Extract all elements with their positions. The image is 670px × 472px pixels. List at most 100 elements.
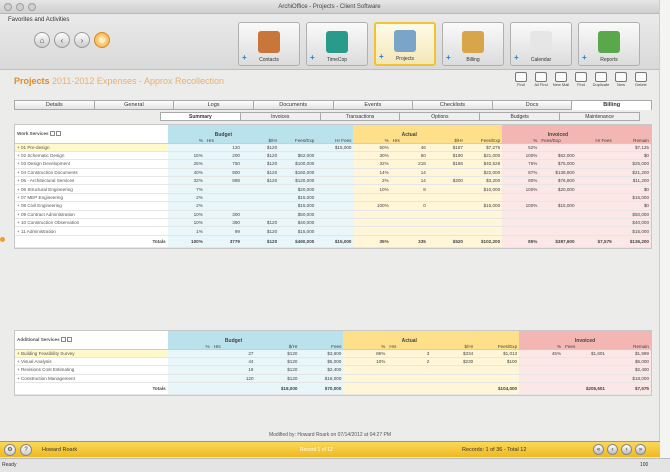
home-icon[interactable]: ⌂ <box>34 32 50 48</box>
cell: 32% <box>167 176 205 186</box>
table-row[interactable]: + 02 Schematic Design 15% 200 $120 $62,000 30… <box>15 151 651 161</box>
list-icon[interactable] <box>67 337 73 343</box>
tool-icon <box>615 72 627 82</box>
grid-icon[interactable] <box>60 337 66 343</box>
tool-find-button[interactable]: Find <box>572 72 590 87</box>
tab-billing[interactable]: Billing <box>571 100 652 110</box>
column-header: Hrs <box>392 137 400 143</box>
prev-record-icon[interactable]: ‹ <box>607 444 618 455</box>
module-calendar[interactable]: Calendar + <box>510 22 572 66</box>
column-header: Hrs <box>389 343 397 349</box>
table-row[interactable]: + 06 Structural Engineering 7% $20,000 10% 8… <box>15 184 651 194</box>
add-icon[interactable]: + <box>379 52 384 61</box>
add-icon[interactable]: + <box>310 53 315 62</box>
cell: $20,000 <box>279 184 317 194</box>
cell: $120 <box>241 218 280 228</box>
tool-new-button[interactable]: New <box>612 72 630 87</box>
tool-duplicate-button[interactable]: Duplicate <box>592 72 610 87</box>
module-timecop[interactable]: TimeCop + <box>306 22 368 66</box>
table-row[interactable]: + 07 MEP Engineering 2% $15,000 $15,000 <box>15 193 651 203</box>
record-indicator: Record 1 of 12 <box>300 446 333 453</box>
cell: $18,000 <box>607 374 651 384</box>
cell <box>343 374 388 384</box>
tool-delete-button[interactable]: Delete <box>632 72 650 87</box>
total-cell <box>211 382 256 396</box>
back-icon[interactable]: ‹ <box>54 32 70 48</box>
cell: $120 <box>241 176 280 186</box>
column-header: % <box>381 343 386 349</box>
refresh-icon[interactable]: ↻ <box>94 32 110 48</box>
first-record-icon[interactable]: « <box>593 444 604 455</box>
cell: 7% <box>167 184 205 194</box>
tab-events[interactable]: Events <box>332 100 413 110</box>
tab-checklists[interactable]: Checklists <box>412 100 492 110</box>
cell <box>576 151 614 161</box>
gear-icon[interactable]: ⚙ <box>4 443 16 456</box>
table-row[interactable]: + Building Feasibility Survey 27 $120 $3,60… <box>15 349 651 358</box>
zoom-level[interactable]: 100 <box>640 462 648 468</box>
table-row[interactable]: + 05 - Architectural Services 32% 998 $120 $… <box>15 176 651 186</box>
tab-documents[interactable]: Documents <box>252 100 333 110</box>
subtab-invoices[interactable]: Invoices <box>239 112 320 121</box>
billing-icon <box>462 31 484 53</box>
module-contacts[interactable]: Contacts + <box>238 22 300 66</box>
table-row[interactable]: + 09 Contract Administration 10% 300 $50,00… <box>15 210 651 220</box>
table-row[interactable]: + 01 Pre-design 120 $120 $15,000 50% 46 $187 $7… <box>15 143 651 152</box>
cell: 10% <box>167 210 205 220</box>
tool-all-find-button[interactable]: All Find <box>532 72 550 87</box>
add-icon[interactable]: + <box>446 53 451 62</box>
cell <box>390 218 428 228</box>
subtab-transactions[interactable]: Transactions <box>319 112 400 121</box>
cell: 750 <box>204 159 242 169</box>
subtab-budgets[interactable]: Budgets <box>479 112 560 121</box>
cell <box>353 210 391 220</box>
last-record-icon[interactable]: » <box>635 444 646 455</box>
subtab-summary[interactable]: Summary <box>160 112 240 121</box>
add-icon[interactable]: + <box>242 53 247 62</box>
tab-details[interactable]: Details <box>14 100 94 110</box>
tool-icon <box>575 72 587 82</box>
table-row[interactable]: + 10 Construction Observation 10% 390 $120 $… <box>15 218 651 228</box>
cell: $3,600 <box>299 349 344 358</box>
cell: $0 <box>613 151 651 161</box>
module-billing[interactable]: Billing + <box>442 22 504 66</box>
subtab-options[interactable]: Options <box>399 112 480 121</box>
subtab-maintenance[interactable]: Maintenance <box>559 112 640 121</box>
table-row[interactable]: + 08 Civil Engineering 2% $15,000 100% 0 $15,… <box>15 201 651 211</box>
column-header: Remain <box>633 137 649 143</box>
cell: $50,000 <box>613 210 651 220</box>
cell: $10,000 <box>465 184 503 194</box>
module-projects[interactable]: Projects + <box>374 22 436 66</box>
favorites-breadcrumb[interactable]: Favorites and Activities <box>8 17 69 23</box>
cell <box>167 357 212 367</box>
table-row[interactable]: + 03 Design Development 25% 750 $120 $100,00… <box>15 159 651 169</box>
cell <box>576 143 614 152</box>
cell: $15,000 <box>613 226 651 236</box>
forward-icon[interactable]: › <box>74 32 90 48</box>
table-row[interactable]: + Construction Management 120 $120 $18,000 $… <box>15 374 651 384</box>
tab-general[interactable]: General <box>93 100 174 110</box>
project-header: Projects 2011-2012 Expenses - Approx Rec… <box>10 72 650 92</box>
grid-icon[interactable] <box>49 131 55 137</box>
table-row[interactable]: + Visual Analysis 44 $120 $5,000 10% 2 $230 $10… <box>15 357 651 367</box>
tab-logs[interactable]: Logs <box>173 100 253 110</box>
tool-new-mail-button[interactable]: New Mail <box>552 72 570 87</box>
cell: 100% <box>502 201 540 211</box>
tool-find-button[interactable]: Find <box>512 72 530 87</box>
cell: $120 <box>241 226 280 236</box>
tab-docs[interactable]: Docs <box>491 100 572 110</box>
cell <box>576 226 614 236</box>
help-icon[interactable]: ? <box>20 443 32 456</box>
table-row[interactable]: + 04 Construction Documents 40% 900 $120 $16… <box>15 168 651 178</box>
tool-icon <box>595 72 607 82</box>
add-icon[interactable]: + <box>514 53 519 62</box>
module-reports[interactable]: Reports + <box>578 22 640 66</box>
add-icon[interactable]: + <box>582 53 587 62</box>
table-row[interactable]: + 11 Administration 1% 99 $120 $15,000 $15,00… <box>15 226 651 236</box>
column-header: Fees/Exp <box>541 137 561 143</box>
table-row[interactable]: + Revisions Cost Estimating 18 $120 $2,400 $… <box>15 365 651 375</box>
cell: 52% <box>502 143 540 152</box>
list-icon[interactable] <box>56 131 62 137</box>
next-record-icon[interactable]: › <box>621 444 632 455</box>
cell: 100% <box>502 151 540 161</box>
